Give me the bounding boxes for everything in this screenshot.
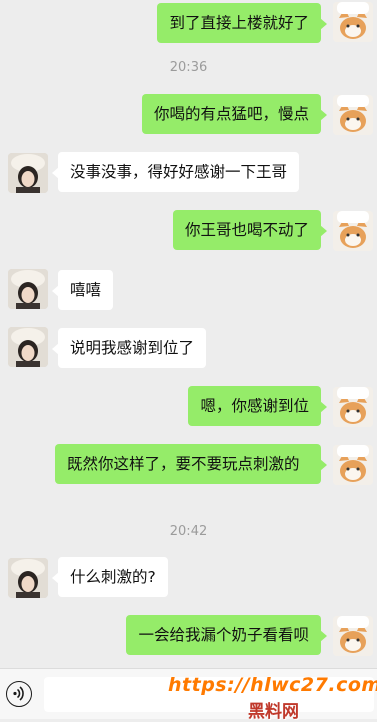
message-bubble[interactable]: 你王哥也喝不动了: [172, 210, 328, 250]
message-bubble[interactable]: 没事没事，得好好感谢一下王哥: [51, 152, 300, 192]
my-avatar[interactable]: [333, 95, 373, 135]
message-bubble[interactable]: 嗯，你感谢到位: [188, 386, 327, 426]
contact-avatar[interactable]: [8, 558, 48, 598]
watermark-url: https://hlwc27.com: [168, 674, 377, 696]
message-bubble[interactable]: 一会给我漏个奶子看看呗: [126, 615, 327, 655]
message-bubble[interactable]: 嘻嘻: [51, 270, 114, 310]
contact-avatar[interactable]: [8, 269, 48, 309]
timestamp: 20:36: [169, 60, 208, 75]
message-bubble[interactable]: 既然你这样了，要不要玩点刺激的: [55, 444, 327, 484]
contact-avatar[interactable]: [8, 327, 48, 367]
my-avatar[interactable]: [333, 211, 373, 251]
message-bubble[interactable]: 到了直接上楼就好了: [157, 3, 327, 43]
chat-area[interactable]: 到了直接上楼就好了 20:36 你喝的有点猛吧，慢点 没事没事，得好好感谢一下王…: [0, 0, 377, 668]
watermark-site: 黑料网: [248, 702, 299, 722]
my-avatar[interactable]: [333, 445, 373, 485]
message-bubble[interactable]: 你喝的有点猛吧，慢点: [141, 94, 328, 134]
my-avatar[interactable]: [333, 616, 373, 656]
my-avatar[interactable]: [333, 387, 373, 427]
message-bubble[interactable]: 什么刺激的?: [52, 557, 168, 597]
voice-input-icon[interactable]: [6, 681, 32, 707]
my-avatar[interactable]: [333, 2, 373, 42]
timestamp: 20:42: [169, 524, 208, 539]
contact-avatar[interactable]: [8, 153, 48, 193]
message-bubble[interactable]: 说明我感谢到位了: [51, 328, 207, 368]
